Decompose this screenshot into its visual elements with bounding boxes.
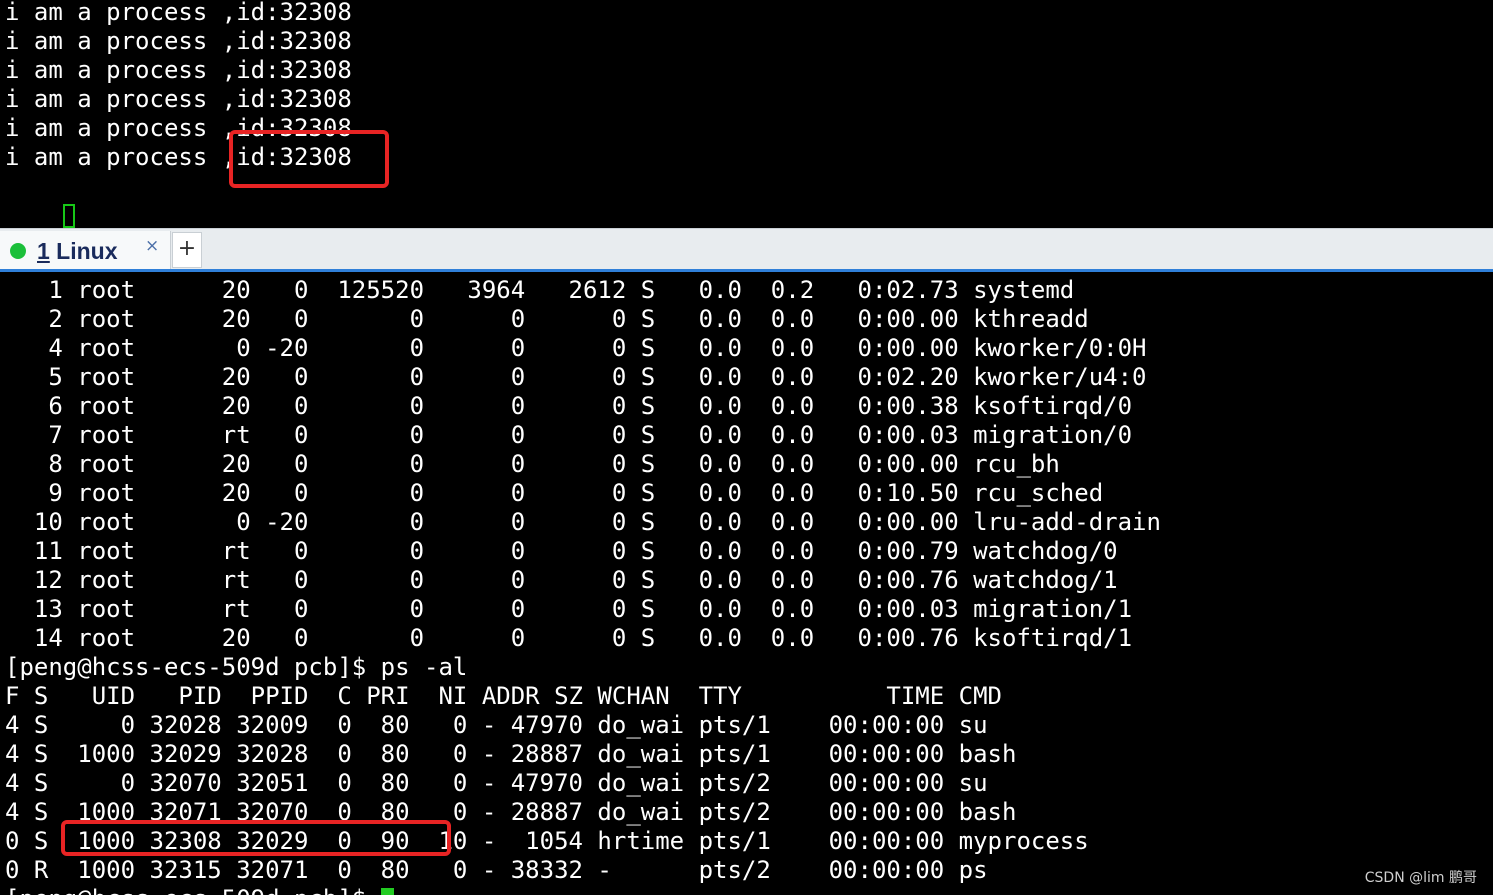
annotation-box-myprocess-row — [61, 820, 451, 856]
top-process-row: 12 root rt 0 0 0 0 S 0.0 0.0 0:00.76 wat… — [5, 566, 1118, 594]
tab-name: Linux — [49, 238, 118, 264]
top-process-row: 4 root 0 -20 0 0 0 S 0.0 0.0 0:00.00 kwo… — [5, 334, 1147, 362]
shell-prompt-command: [peng@hcss-ecs-509d pcb]$ ps -al — [5, 653, 468, 681]
output-line: i am a process ,id:32308 — [5, 56, 352, 84]
tab-number: 1 — [37, 238, 50, 264]
new-tab-button[interactable]: + — [172, 232, 202, 268]
ps-row: 4 S 0 32070 32051 0 80 0 - 47970 do_wai … — [5, 769, 988, 797]
annotation-box-pid — [229, 130, 389, 188]
output-line: i am a process ,id:32308 — [5, 85, 352, 113]
top-process-row: 1 root 20 0 125520 3964 2612 S 0.0 0.2 0… — [5, 276, 1075, 304]
top-process-row: 2 root 20 0 0 0 0 S 0.0 0.0 0:00.00 kthr… — [5, 305, 1089, 333]
tab-linux[interactable]: 1 Linux × — [0, 231, 171, 270]
ps-header-row: F S UID PID PPID C PRI NI ADDR SZ WCHAN … — [5, 682, 1002, 710]
output-line: i am a process ,id:32308 — [5, 27, 352, 55]
top-process-row: 7 root rt 0 0 0 0 S 0.0 0.0 0:00.03 migr… — [5, 421, 1133, 449]
tab-title: 1 Linux — [37, 238, 118, 265]
top-process-row: 11 root rt 0 0 0 0 S 0.0 0.0 0:00.79 wat… — [5, 537, 1118, 565]
shell-prompt-line: [peng@hcss-ecs-509d pcb]$ — [5, 885, 394, 895]
close-tab-icon[interactable]: × — [145, 236, 159, 256]
shell-prompt: [peng@hcss-ecs-509d pcb]$ — [5, 885, 381, 895]
output-line: i am a process ,id:32308 — [5, 0, 352, 26]
top-process-row: 6 root 20 0 0 0 0 S 0.0 0.0 0:00.38 ksof… — [5, 392, 1133, 420]
top-process-row: 14 root 20 0 0 0 0 S 0.0 0.0 0:00.76 kso… — [5, 624, 1133, 652]
top-process-row: 13 root rt 0 0 0 0 S 0.0 0.0 0:00.03 mig… — [5, 595, 1133, 623]
terminal-cursor — [380, 888, 394, 895]
terminal-cursor — [62, 204, 75, 228]
session-tab-bar: 1 Linux × + — [0, 228, 1493, 272]
top-process-row: 8 root 20 0 0 0 0 S 0.0 0.0 0:00.00 rcu_… — [5, 450, 1060, 478]
ps-row: 4 S 1000 32029 32028 0 80 0 - 28887 do_w… — [5, 740, 1017, 768]
ps-row: 0 R 1000 32315 32071 0 80 0 - 38332 - pt… — [5, 856, 988, 884]
ps-row: 4 S 0 32028 32009 0 80 0 - 47970 do_wai … — [5, 711, 988, 739]
top-terminal-pane[interactable]: i am a process ,id:32308 i am a process … — [0, 0, 1493, 228]
connected-status-icon — [10, 243, 26, 259]
watermark: CSDN @lim 鹏哥 — [1364, 870, 1477, 886]
bottom-terminal-pane[interactable]: 1 root 20 0 125520 3964 2612 S 0.0 0.2 0… — [0, 272, 1493, 895]
top-process-row: 10 root 0 -20 0 0 0 S 0.0 0.0 0:00.00 lr… — [5, 508, 1161, 536]
top-process-row: 9 root 20 0 0 0 0 S 0.0 0.0 0:10.50 rcu_… — [5, 479, 1104, 507]
cursor-line — [5, 172, 75, 228]
top-process-row: 5 root 20 0 0 0 0 S 0.0 0.0 0:02.20 kwor… — [5, 363, 1147, 391]
